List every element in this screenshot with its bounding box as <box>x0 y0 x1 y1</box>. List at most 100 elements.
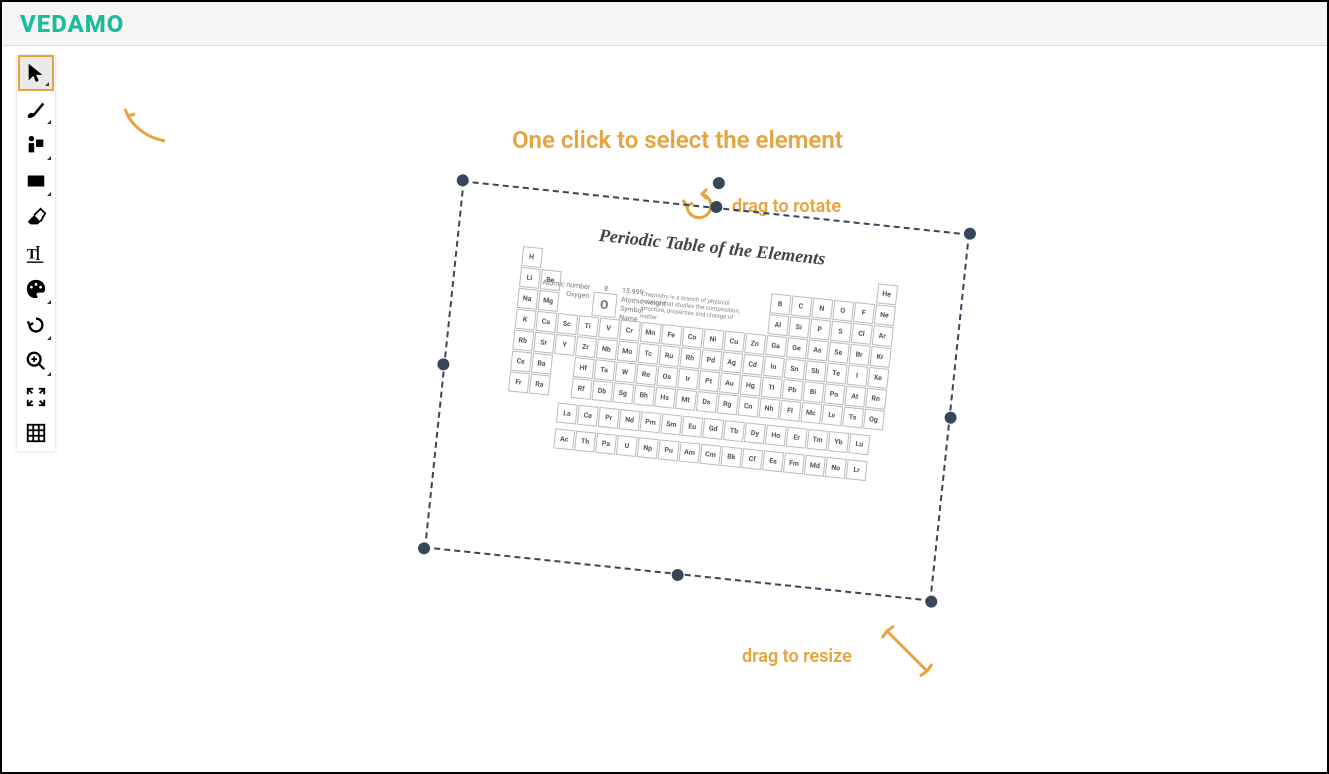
element-cell: Kr <box>869 346 891 368</box>
element-cell: Cs <box>510 350 532 372</box>
svg-text:T: T <box>27 247 37 263</box>
brush-tool[interactable] <box>18 91 54 127</box>
element-cell <box>688 264 710 286</box>
element-cell: Cu <box>723 331 745 353</box>
element-cell: W <box>614 361 636 383</box>
element-cell: Mo <box>616 341 638 363</box>
element-cell <box>583 253 605 275</box>
element-cell: P <box>809 318 831 340</box>
element-cell: Re <box>635 364 657 386</box>
element-cell: Md <box>804 455 826 477</box>
element-cell <box>709 266 731 288</box>
toolbox: T <box>16 54 56 452</box>
element-cell: Db <box>591 380 613 402</box>
element-cell: Ge <box>786 337 808 359</box>
resize-handle-bottom-right[interactable] <box>925 595 938 608</box>
element-cell: Cf <box>741 448 763 470</box>
fit-tool[interactable] <box>18 379 54 415</box>
element-cell: Se <box>827 342 849 364</box>
element-cell: Fr <box>507 371 529 393</box>
brush-icon <box>25 98 47 120</box>
element-cell: Mt <box>675 389 697 411</box>
element-cell: Sb <box>804 360 826 382</box>
eraser-icon <box>25 206 47 228</box>
pointer-icon <box>25 62 47 84</box>
element-cell: Pb <box>781 379 803 401</box>
element-cell: B <box>769 293 791 315</box>
main-annotation-text: One click to select the element <box>512 126 843 154</box>
palette-tool[interactable] <box>18 271 54 307</box>
element-cell: Tb <box>723 420 745 442</box>
resize-handle-mid-right[interactable] <box>944 411 957 424</box>
element-cell: Pd <box>700 349 722 371</box>
element-cell: Am <box>679 442 701 464</box>
element-cell: Sm <box>660 414 682 436</box>
grid-tool[interactable] <box>18 415 54 451</box>
element-cell: Ta <box>593 359 615 381</box>
zoom-tool[interactable] <box>18 343 54 379</box>
resize-handle-top-right[interactable] <box>963 227 976 240</box>
element-cell: Bk <box>720 446 742 468</box>
dropdown-indicator-icon <box>47 372 51 376</box>
element-cell: Lu <box>848 433 870 455</box>
element-cell: Rg <box>716 393 738 415</box>
element-cell: Cm <box>699 444 721 466</box>
element-cell: Al <box>767 314 789 336</box>
element-cell: Te <box>825 362 847 384</box>
resize-handle-mid-bottom[interactable] <box>671 568 684 581</box>
element-cell: Cd <box>742 354 764 376</box>
element-cell: Ra <box>528 373 550 395</box>
element-cell <box>646 259 668 281</box>
rectangle-icon <box>25 170 47 192</box>
element-cell: Hs <box>654 387 676 409</box>
element-cell <box>541 248 563 270</box>
element-cell: Po <box>823 383 845 405</box>
resize-annotation-text: drag to resize <box>742 646 852 667</box>
element-cell: Gd <box>702 418 724 440</box>
element-cell: Pt <box>698 370 720 392</box>
element-cell: Tc <box>637 343 659 365</box>
element-cell: Eu <box>681 416 703 438</box>
element-cell: H <box>521 246 543 268</box>
element-cell: Nh <box>758 398 780 420</box>
text-tool[interactable]: T <box>18 235 54 271</box>
element-cell: Bh <box>633 384 655 406</box>
element-cell: Ag <box>721 351 743 373</box>
element-cell <box>604 255 626 277</box>
element-cell: Ne <box>873 304 895 326</box>
element-cell: Er <box>786 427 808 449</box>
element-cell: Tm <box>807 429 829 451</box>
element-cell: Y <box>554 334 576 356</box>
element-cell: Th <box>574 431 596 453</box>
whiteboard-canvas[interactable]: One click to select the element drag to … <box>62 46 1327 772</box>
element-cell: U <box>616 435 638 457</box>
element-cell <box>729 268 751 290</box>
element-cell: Ce <box>577 405 599 427</box>
app-logo: VEDAMO <box>20 10 124 38</box>
element-cell: Rf <box>570 378 592 400</box>
dropdown-indicator-icon <box>47 300 51 304</box>
selected-image-periodic-table[interactable]: Periodic Table of the Elements Atomic nu… <box>437 211 957 571</box>
element-cell: Ds <box>695 391 717 413</box>
element-cell: He <box>876 283 898 305</box>
element-cell: Sr <box>533 332 555 354</box>
element-cell: As <box>806 339 828 361</box>
rectangle-tool[interactable] <box>18 163 54 199</box>
undo-tool[interactable] <box>18 307 54 343</box>
element-cell: O <box>832 300 854 322</box>
element-cell: Rb <box>512 330 534 352</box>
resize-handle-bottom-left[interactable] <box>417 542 430 555</box>
element-cell: Br <box>848 344 870 366</box>
element-cell: Dy <box>744 422 766 444</box>
header: VEDAMO <box>2 2 1327 46</box>
element-cell <box>771 272 793 294</box>
pointer-tool[interactable] <box>18 55 54 91</box>
element-cell <box>549 376 571 398</box>
presenter-icon <box>25 134 47 156</box>
element-cell: Pu <box>658 439 680 461</box>
presenter-tool[interactable] <box>18 127 54 163</box>
element-cell: Pr <box>598 407 620 429</box>
eraser-tool[interactable] <box>18 199 54 235</box>
dropdown-indicator-icon <box>47 192 51 196</box>
resize-annotation-arrow-icon <box>872 616 942 686</box>
